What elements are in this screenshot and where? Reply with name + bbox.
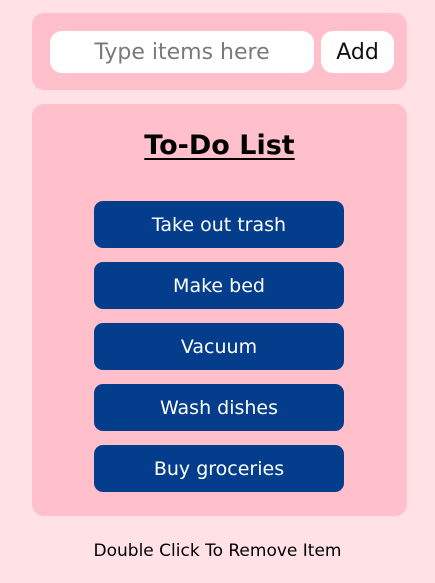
- todo-item[interactable]: Buy groceries: [94, 445, 344, 492]
- item-input[interactable]: [50, 31, 314, 73]
- todo-item[interactable]: Wash dishes: [94, 384, 344, 431]
- todo-item[interactable]: Take out trash: [94, 201, 344, 248]
- todo-item[interactable]: Make bed: [94, 262, 344, 309]
- todo-list: Take out trash Make bed Vacuum Wash dish…: [94, 201, 344, 492]
- remove-item-hint: Double Click To Remove Item: [93, 541, 342, 561]
- input-panel: Add: [32, 13, 407, 90]
- list-panel: To-Do List Take out trash Make bed Vacuu…: [32, 104, 407, 516]
- add-button[interactable]: Add: [321, 31, 394, 73]
- todo-item[interactable]: Vacuum: [94, 323, 344, 370]
- list-title: To-Do List: [144, 130, 295, 161]
